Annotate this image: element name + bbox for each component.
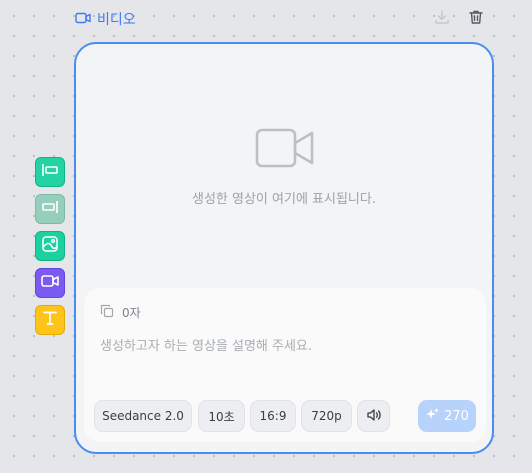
video-icon <box>40 273 60 293</box>
audio-toggle[interactable] <box>357 400 390 432</box>
side-toolbar <box>35 157 65 335</box>
prompt-input[interactable] <box>100 326 470 366</box>
text-icon <box>41 309 59 331</box>
duration-select[interactable]: 10초 <box>198 400 245 432</box>
download-button[interactable] <box>432 9 452 29</box>
char-count-label: 0자 <box>122 306 141 320</box>
video-camera-icon <box>255 127 315 173</box>
generate-button[interactable]: 270 <box>418 400 476 432</box>
video-camera-icon <box>75 10 91 29</box>
trash-icon <box>468 9 484 29</box>
tool-image-button[interactable] <box>35 231 65 261</box>
image-icon <box>41 235 59 257</box>
video-preview-area: 생성한 영상이 여기에 표시됩니다. <box>76 44 492 284</box>
resolution-select[interactable]: 720p <box>301 400 352 432</box>
tool-video-button[interactable] <box>35 268 65 298</box>
aspect-ratio-select[interactable]: 16:9 <box>250 400 296 432</box>
tool-align-right-button[interactable] <box>35 194 65 224</box>
video-node-card: 생성한 영상이 여기에 표시됩니다. 0자 Seedance 2.0 10초 1… <box>74 42 494 454</box>
delete-button[interactable] <box>466 9 486 29</box>
char-counter: 0자 <box>100 304 141 321</box>
speaker-icon <box>366 408 382 425</box>
tool-align-left-button[interactable] <box>35 157 65 187</box>
node-header: 비디오 <box>75 9 136 29</box>
prompt-panel: 0자 Seedance 2.0 10초 16:9 720p 270 <box>84 288 486 442</box>
credit-cost: 270 <box>444 408 469 424</box>
sparkle-icon <box>425 407 440 426</box>
empty-preview-text: 생성한 영상이 여기에 표시됩니다. <box>192 192 376 207</box>
align-left-block-icon <box>40 162 60 182</box>
copy-icon[interactable] <box>100 304 114 321</box>
node-title: 비디오 <box>97 12 136 28</box>
tool-text-button[interactable] <box>35 305 65 335</box>
model-select[interactable]: Seedance 2.0 <box>94 400 192 432</box>
align-right-block-icon <box>40 199 60 219</box>
download-icon <box>434 9 450 29</box>
